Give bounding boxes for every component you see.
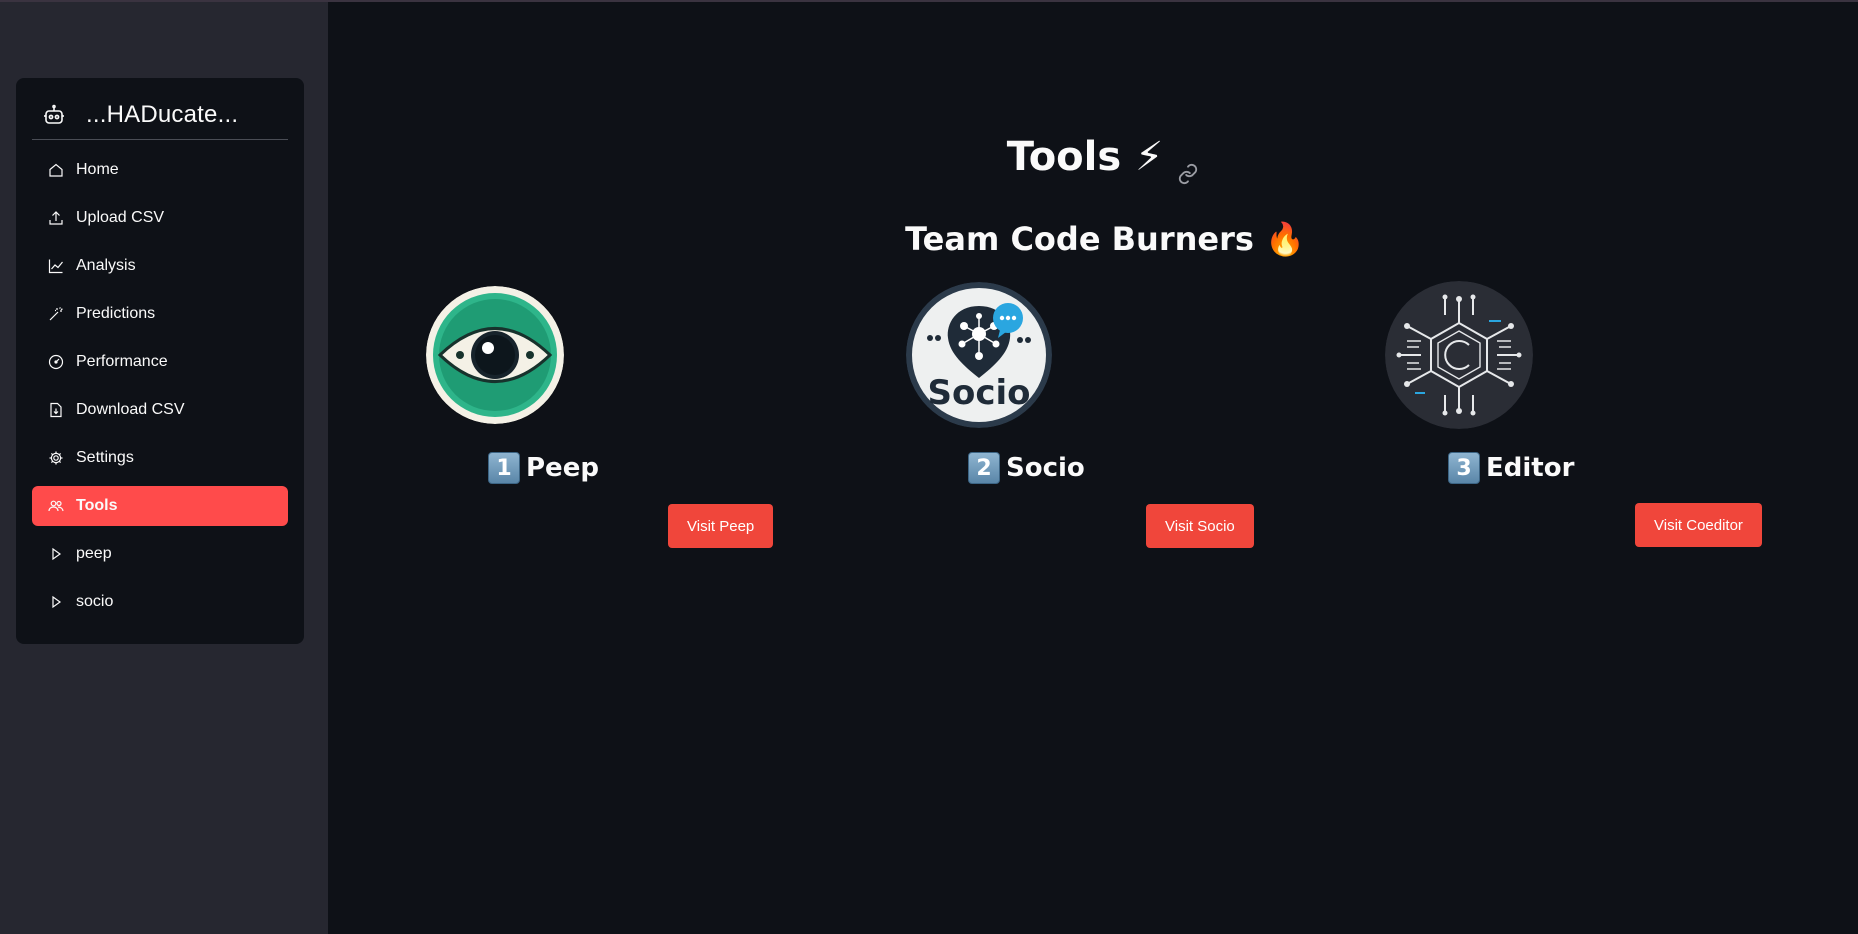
nav-list: Home Upload CSV Analysis Predictions Per… <box>32 150 288 630</box>
sidebar-item-socio[interactable]: socio <box>32 582 288 622</box>
gear-icon <box>48 450 64 466</box>
line-chart-icon <box>48 258 64 274</box>
speedometer-icon <box>48 354 64 370</box>
nav-menu: ...HADucate... Home Upload CSV Analysis <box>16 78 304 644</box>
visit-coeditor-button[interactable]: Visit Coeditor <box>1635 503 1762 547</box>
play-icon <box>48 546 64 562</box>
socio-logo-icon: Socio <box>906 282 1052 428</box>
tool-heading-socio: 2 Socio <box>968 452 1085 484</box>
sidebar-item-upload-csv[interactable]: Upload CSV <box>32 198 288 238</box>
tool-card-peep: 1 Peep Visit Peep <box>408 280 888 560</box>
sidebar-item-label: Upload CSV <box>76 209 165 226</box>
sidebar-item-predictions[interactable]: Predictions <box>32 294 288 334</box>
robot-icon <box>42 103 66 127</box>
visit-peep-button[interactable]: Visit Peep <box>668 504 774 548</box>
lightning-emoji: ⚡ <box>1135 134 1164 180</box>
sidebar-item-label: socio <box>76 593 114 610</box>
sidebar-item-tools[interactable]: Tools <box>32 486 288 526</box>
upload-icon <box>48 210 64 226</box>
play-icon <box>48 594 64 610</box>
tool-name: Socio <box>1006 453 1085 483</box>
tool-card-editor: 3 Editor Visit Coeditor <box>1368 280 1848 560</box>
tool-heading-editor: 3 Editor <box>1448 452 1574 484</box>
sidebar-item-label: Settings <box>76 449 134 466</box>
anchor-link-icon[interactable] <box>1177 149 1199 185</box>
circuit-logo-icon <box>1385 281 1533 429</box>
sidebar-item-label: Download CSV <box>76 401 185 418</box>
sidebar-item-download-csv[interactable]: Download CSV <box>32 390 288 430</box>
sidebar-item-home[interactable]: Home <box>32 150 288 190</box>
tool-name: Editor <box>1486 453 1575 483</box>
page-title-text: Tools <box>1006 134 1122 180</box>
keycap-number: 2 <box>968 452 1000 484</box>
sidebar-item-label: Analysis <box>76 257 136 274</box>
visit-socio-button[interactable]: Visit Socio <box>1146 504 1254 548</box>
tool-heading-peep: 1 Peep <box>488 452 599 484</box>
sidebar-item-label: Performance <box>76 353 168 370</box>
team-subtitle: Team Code Burners 🔥 <box>905 220 1305 258</box>
brand-header: ...HADucate... <box>32 90 288 140</box>
tool-card-socio: Socio 2 Socio Visit Socio <box>888 280 1368 560</box>
keycap-number: 1 <box>488 452 520 484</box>
sidebar-item-performance[interactable]: Performance <box>32 342 288 382</box>
socio-logo-text: Socio <box>927 373 1030 413</box>
sidebar-item-label: peep <box>76 545 112 562</box>
sidebar: ...HADucate... Home Upload CSV Analysis <box>0 2 328 934</box>
sidebar-item-peep[interactable]: peep <box>32 534 288 574</box>
page-title: Tools ⚡ <box>328 134 1858 185</box>
app-title: ...HADucate... <box>86 100 239 128</box>
sidebar-item-label: Predictions <box>76 305 156 322</box>
file-download-icon <box>48 402 64 418</box>
sidebar-item-label: Home <box>76 161 119 178</box>
sidebar-item-analysis[interactable]: Analysis <box>32 246 288 286</box>
magic-wand-icon <box>48 306 64 322</box>
sidebar-item-label: Tools <box>76 497 118 514</box>
people-icon <box>48 498 64 514</box>
tool-name: Peep <box>526 453 599 483</box>
main-content: Tools ⚡ Team Code Burners 🔥 1 Peep Visit… <box>328 2 1858 934</box>
keycap-number: 3 <box>1448 452 1480 484</box>
home-icon <box>48 162 64 178</box>
sidebar-item-settings[interactable]: Settings <box>32 438 288 478</box>
eye-logo-icon <box>426 286 564 424</box>
